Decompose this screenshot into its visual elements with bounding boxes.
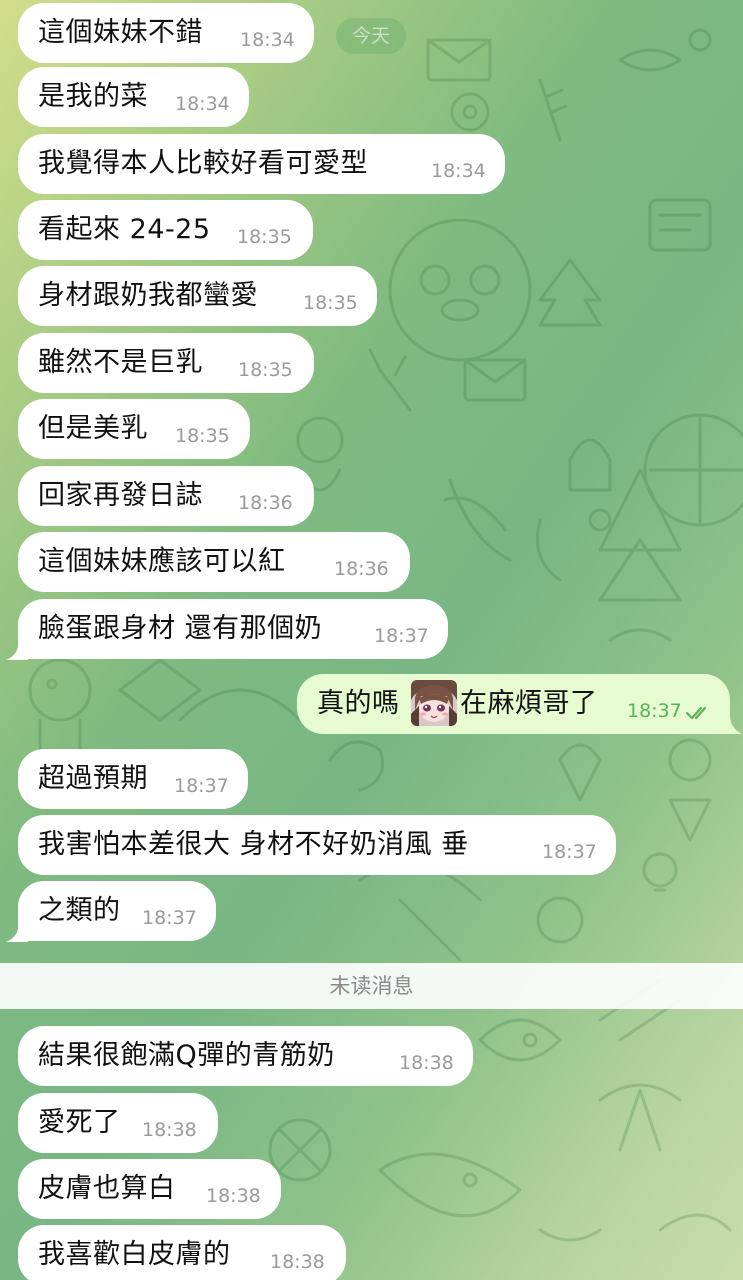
message-bubble[interactable]: 但是美乳 18:35 [18, 399, 250, 459]
message-time: 18:38 [270, 1251, 325, 1273]
message-text: 這個妹妹不錯 [38, 17, 203, 48]
message-text: 是我的菜 [38, 81, 148, 112]
anime-girl-sticker-icon [411, 680, 457, 726]
message-bubble[interactable]: 這個妹妹不錯 18:34 [18, 3, 314, 63]
message-text-before-sticker: 真的嗎 [317, 688, 400, 719]
unread-messages-divider: 未读消息 [0, 963, 743, 1009]
message-text: 皮膚也算白 [38, 1173, 176, 1204]
message-text: 超過預期 [38, 763, 148, 794]
message-bubble[interactable]: 我喜歡白皮膚的 18:38 [18, 1225, 346, 1280]
message-bubble[interactable]: 回家再發日誌 18:36 [18, 466, 314, 526]
message-time: 18:37 [542, 841, 597, 863]
outgoing-message-bubble[interactable]: 真的嗎 在麻煩哥了 18:37 [297, 674, 730, 734]
message-text: 之類的 [38, 895, 121, 926]
message-time: 18:35 [238, 359, 293, 381]
message-time: 18:37 [174, 775, 229, 797]
message-time: 18:38 [206, 1185, 261, 1207]
message-time: 18:35 [237, 226, 292, 248]
message-bubble[interactable]: 這個妹妹應該可以紅 18:36 [18, 532, 410, 592]
message-time: 18:34 [240, 29, 295, 51]
message-bubble[interactable]: 臉蛋跟身材 還有那個奶 18:37 [18, 599, 448, 659]
message-time: 18:34 [431, 160, 486, 182]
message-bubble[interactable]: 結果很飽滿Q彈的青筋奶 18:38 [18, 1026, 473, 1086]
message-time: 18:37 [142, 907, 197, 929]
message-text: 身材跟奶我都蠻愛 [38, 280, 258, 311]
message-bubble[interactable]: 超過預期 18:37 [18, 749, 248, 809]
message-text: 結果很飽滿Q彈的青筋奶 [38, 1040, 335, 1071]
message-bubble[interactable]: 雖然不是巨乳 18:35 [18, 333, 314, 393]
message-time: 18:35 [175, 425, 230, 447]
message-time: 18:37 [627, 700, 682, 722]
message-text-after-sticker: 在麻煩哥了 [460, 688, 598, 719]
message-time: 18:34 [175, 93, 230, 115]
message-text: 臉蛋跟身材 還有那個奶 [38, 613, 323, 644]
message-text: 回家再發日誌 [38, 480, 203, 511]
message-text: 看起來 24-25 [38, 214, 211, 245]
chat-background: 今天 這個妹妹不錯 18:34 是我的菜 18:34 我覺得本人比較好看可愛型 … [0, 0, 743, 1280]
message-time: 18:35 [303, 292, 358, 314]
date-divider: 今天 [336, 18, 406, 54]
bubble-tail-icon [6, 640, 28, 660]
double-check-icon [686, 706, 707, 720]
message-bubble[interactable]: 我害怕本差很大 身材不好奶消風 垂 18:37 [18, 815, 616, 875]
message-bubble[interactable]: 之類的 18:37 [18, 881, 216, 941]
message-time: 18:36 [238, 492, 293, 514]
message-bubble[interactable]: 愛死了 18:38 [18, 1093, 218, 1153]
message-bubble[interactable]: 我覺得本人比較好看可愛型 18:34 [18, 134, 505, 194]
message-bubble[interactable]: 是我的菜 18:34 [18, 67, 249, 127]
message-text: 我害怕本差很大 身材不好奶消風 垂 [38, 829, 469, 860]
message-text: 愛死了 [38, 1107, 121, 1138]
message-text: 這個妹妹應該可以紅 [38, 546, 286, 577]
message-bubble[interactable]: 皮膚也算白 18:38 [18, 1159, 281, 1219]
bubble-tail-icon [6, 922, 28, 942]
message-time: 18:38 [142, 1119, 197, 1141]
message-text: 我喜歡白皮膚的 [38, 1239, 231, 1270]
message-time: 18:37 [374, 625, 429, 647]
message-time: 18:38 [399, 1052, 454, 1074]
message-bubble[interactable]: 身材跟奶我都蠻愛 18:35 [18, 266, 377, 326]
message-text: 我覺得本人比較好看可愛型 [38, 148, 368, 179]
message-text: 雖然不是巨乳 [38, 347, 203, 378]
message-bubble[interactable]: 看起來 24-25 18:35 [18, 200, 313, 260]
message-time: 18:36 [334, 558, 389, 580]
bubble-tail-icon [724, 715, 742, 734]
message-text: 但是美乳 [38, 413, 148, 444]
